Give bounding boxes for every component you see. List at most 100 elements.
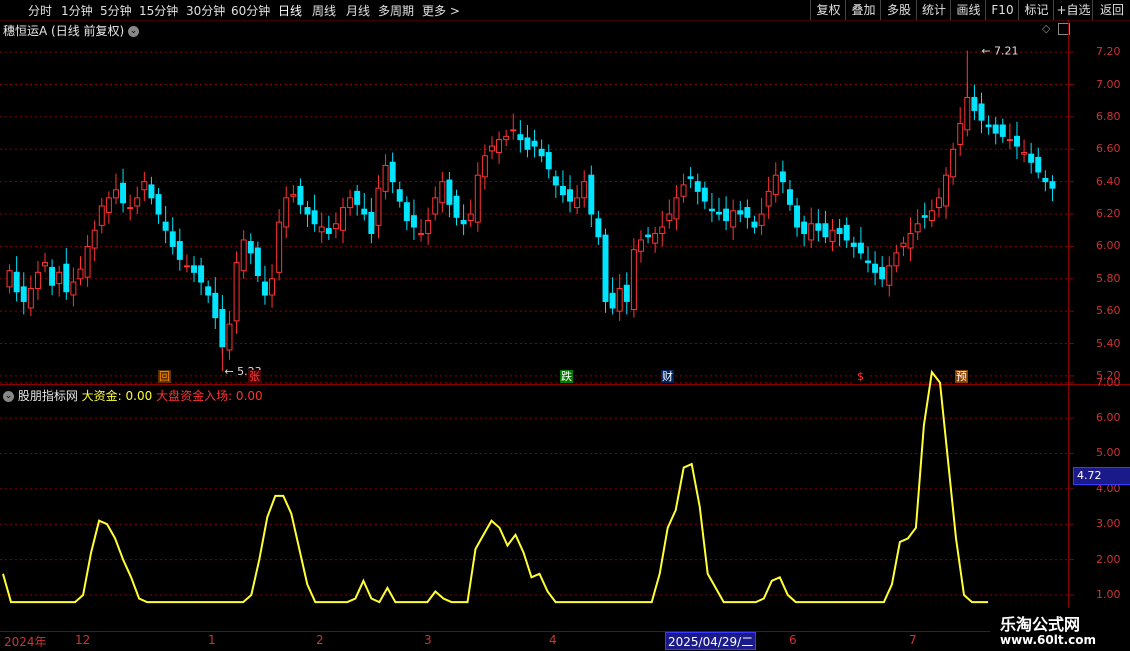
candle-body [481,155,488,178]
candle-body [325,228,332,234]
candle-body [886,265,893,286]
candle-body [396,189,403,202]
candle-body [538,148,545,157]
candle-body [808,223,815,241]
event-marker-0[interactable]: 回 [158,370,171,383]
candle-body [857,242,864,254]
date-label: 2024年 [4,635,47,649]
candle-body [276,221,283,273]
candle-body [786,189,793,205]
candle-body [183,265,190,268]
candle-body [645,234,652,238]
event-marker-1[interactable]: 张 [248,370,261,383]
candle-body [574,197,581,209]
candle-body [304,207,311,215]
candle-body [623,284,630,302]
candle-body [801,221,808,234]
date-label: 6 [789,633,797,647]
candle-body [340,207,346,231]
candle-body [198,265,205,283]
candle-body [567,189,574,202]
candle-body [318,226,325,233]
candle-body [389,161,396,183]
indicator-cursor-value: 4.72 [1073,467,1130,485]
candle-body [27,288,34,309]
candle-body [872,263,879,273]
candle-body [1028,153,1035,163]
date-label: 12 [75,633,91,647]
candle-body [652,232,659,244]
candle-body [1006,139,1013,142]
candle-body [928,210,935,222]
candle-body [6,270,13,288]
candle-body [42,262,49,267]
event-marker-4[interactable]: $ [854,370,867,383]
candle-body [588,174,595,215]
candle-body [510,129,517,132]
candle-body [169,231,176,247]
candle-body [474,174,481,223]
candle-body [1035,156,1042,173]
date-label: 2 [316,633,324,647]
candle-body [162,221,169,231]
watermark-title: 乐淘公式网 [1000,615,1081,634]
candle-body [269,278,276,296]
candle-body [595,218,602,238]
candle-body [488,145,495,152]
candle-body [1049,181,1056,189]
candle-body [772,174,779,196]
price-tick-label: 6.60 [1096,142,1121,156]
date-label: 7 [909,633,917,647]
candle-body [531,140,538,147]
date-label: 1 [208,633,216,647]
candle-body [992,124,999,134]
candle-body [375,187,382,226]
candle-body [1021,152,1028,155]
big-money-line [2,369,988,604]
candle-body [964,97,971,131]
candle-body [694,181,701,192]
candle-body [91,229,98,249]
candle-body [765,190,772,207]
candle-body [332,223,339,230]
indicator-tick-label: 6.00 [1096,411,1121,425]
candle-body [985,124,992,128]
candle-body [368,211,375,234]
indicator-tick-label: 5.00 [1096,446,1121,460]
candle-body [240,239,247,272]
candle-body [723,208,730,222]
candle-body [382,164,389,192]
candle-body [815,223,822,231]
event-marker-2[interactable]: 跌 [560,370,573,383]
price-tick-label: 6.80 [1096,109,1121,123]
candle-body [659,226,666,234]
event-marker-5[interactable]: 预 [955,370,968,383]
candle-body [155,194,162,215]
price-tick-label: 6.00 [1096,239,1121,253]
event-marker-3[interactable]: 财 [661,370,674,383]
price-tick-label: 5.80 [1096,271,1121,285]
candle-body [70,281,77,296]
candle-body [503,135,510,141]
price-tick-label: 6.40 [1096,174,1121,188]
candle-body [410,215,417,228]
candle-body [63,263,70,293]
candle-body [943,174,950,207]
candle-body [261,281,268,296]
candle-body [836,228,843,234]
candle-body [581,181,588,199]
candle-body [446,179,453,205]
candle-body [708,208,715,212]
candle-body [212,292,219,319]
candle-body [432,197,439,215]
candle-body [737,210,744,215]
candle-body [637,239,644,252]
candle-body [148,184,155,199]
candle-body [730,210,737,228]
candle-body [247,241,254,254]
candle-body [283,197,290,228]
candle-body [347,197,354,209]
chart-canvas[interactable]: ← 7.21← 5.23 [0,0,1130,650]
candle-body [893,252,900,267]
candle-body [20,286,27,302]
